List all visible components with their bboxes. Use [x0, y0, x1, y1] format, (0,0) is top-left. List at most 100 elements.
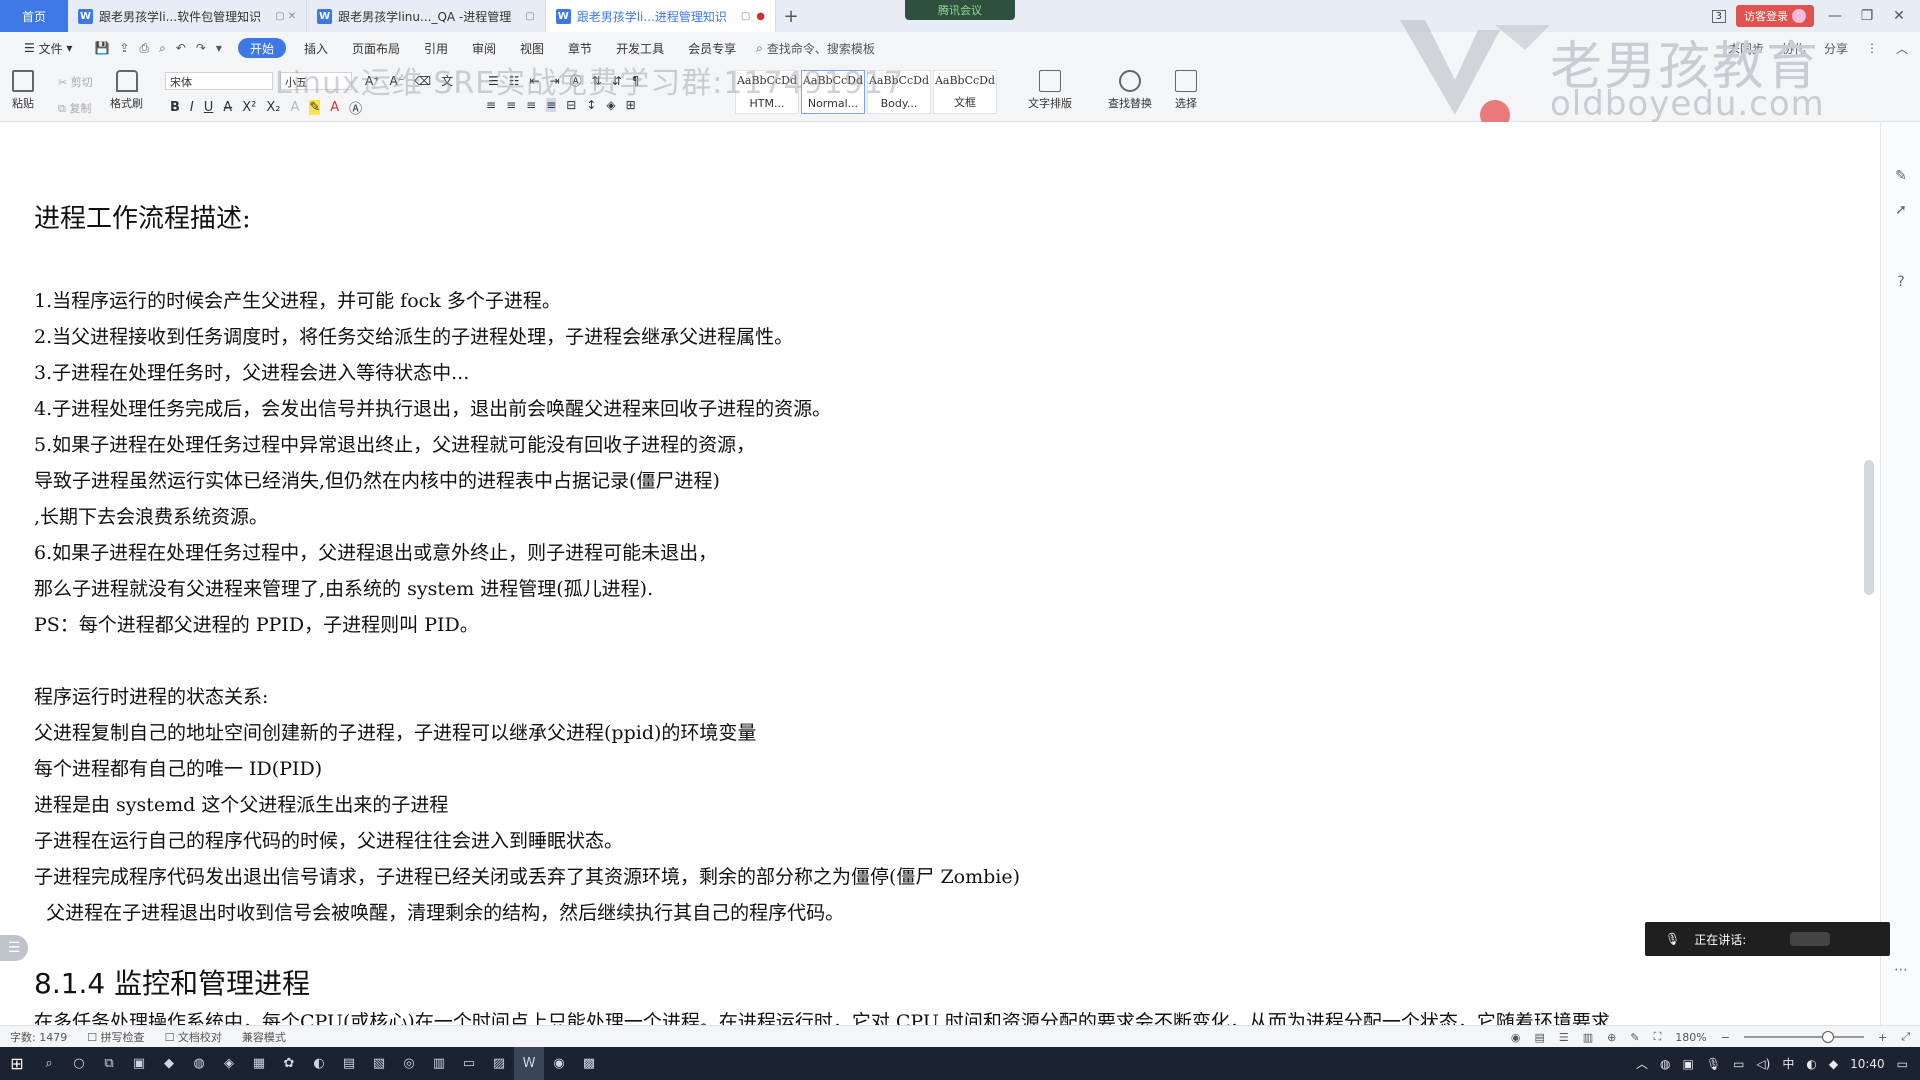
app-icon[interactable]: ▨: [484, 1047, 514, 1080]
close-icon[interactable]: ✕: [1888, 8, 1910, 24]
paste-button[interactable]: 粘贴: [12, 70, 34, 111]
italic-icon[interactable]: I: [190, 100, 194, 115]
page-view-icon[interactable]: ▤: [1534, 1031, 1544, 1044]
tray-app-icon[interactable]: ◆: [1829, 1057, 1838, 1071]
cortana-icon[interactable]: ○: [64, 1047, 94, 1080]
zoom-slider[interactable]: [1743, 1031, 1864, 1043]
volume-icon[interactable]: ◁): [1756, 1057, 1770, 1071]
file-menu[interactable]: ☰ 文件 ▾: [12, 32, 84, 64]
select-button[interactable]: 选择: [1175, 70, 1197, 111]
help-icon[interactable]: ?: [1893, 274, 1909, 290]
highlight-icon[interactable]: ✎: [309, 100, 321, 115]
window-count-badge[interactable]: 3: [1711, 9, 1726, 23]
command-search[interactable]: ⌕ 查找命令、搜索模板: [756, 40, 875, 57]
more-icon[interactable]: ⋮: [1866, 41, 1878, 55]
ime-indicator[interactable]: 中: [1782, 1055, 1794, 1072]
notes-icon[interactable]: ▥: [424, 1047, 454, 1080]
zoom-level[interactable]: 180%: [1675, 1031, 1706, 1044]
font-color-icon[interactable]: A: [330, 100, 339, 115]
tab-close-icon[interactable]: ▢: [525, 11, 534, 22]
print-preview-icon[interactable]: ⌕: [159, 41, 166, 56]
microphone-icon[interactable]: 🎙: [1706, 1057, 1721, 1071]
app-icon[interactable]: ▤: [334, 1047, 364, 1080]
strikethrough-icon[interactable]: A̶: [223, 100, 232, 115]
web-view-icon[interactable]: ⊕: [1607, 1031, 1616, 1044]
share-button[interactable]: 分享: [1824, 40, 1848, 57]
unsaved-dot-icon[interactable]: ●: [756, 11, 765, 22]
menu-tab-start[interactable]: 开始: [237, 38, 286, 58]
underline-icon[interactable]: U: [204, 100, 214, 115]
minimize-icon[interactable]: —: [1824, 8, 1846, 24]
app-icon[interactable]: ▣: [124, 1047, 154, 1080]
zoom-in-icon[interactable]: +: [1878, 1031, 1887, 1044]
doc-tab-2[interactable]: W 跟老男孩学linu..._QA -进程管理 ▢: [307, 0, 546, 32]
edit-pen-icon[interactable]: ✎: [1893, 168, 1909, 184]
qq-icon[interactable]: ◐: [304, 1047, 334, 1080]
app-icon[interactable]: ◉: [544, 1047, 574, 1080]
tab-pin-icon[interactable]: ▢: [741, 11, 750, 22]
spell-check-button[interactable]: ☐ 拼写检查: [87, 1029, 144, 1045]
doc-tab-3-active[interactable]: W 跟老男孩学li...进程管理知识 ▢ ●: [545, 0, 777, 32]
folder-app-icon[interactable]: ▦: [244, 1047, 274, 1080]
app-icon[interactable]: ◈: [214, 1047, 244, 1080]
clock[interactable]: 10:40: [1850, 1057, 1885, 1071]
task-view-icon[interactable]: ⧉: [94, 1047, 124, 1080]
fullscreen-icon[interactable]: ⤢: [1901, 1030, 1910, 1044]
doc-tab-1[interactable]: W 跟老男孩学li...软件包管理知识 ▢ ✕: [68, 0, 308, 32]
document-canvas[interactable]: 进程工作流程描述: 1.当程序运行的时候会产生父进程，并可能 fock 多个子进…: [0, 122, 1860, 1032]
app-icon[interactable]: ▩: [574, 1047, 604, 1080]
font-name-select[interactable]: 宋体: [165, 72, 273, 90]
cut-button[interactable]: ✂ 剪切: [58, 74, 93, 90]
doc-line: 3.子进程在处理任务时，父进程会进入等待状态中...: [34, 362, 470, 384]
tray-app-icon[interactable]: ◐: [1806, 1057, 1816, 1071]
app-icon[interactable]: ◆: [154, 1047, 184, 1080]
undo-icon[interactable]: ↶: [176, 41, 186, 56]
text-effect-icon[interactable]: A: [290, 100, 299, 115]
vertical-scrollbar-thumb[interactable]: [1864, 460, 1874, 595]
write-view-icon[interactable]: ✎: [1630, 1031, 1639, 1044]
pointer-icon[interactable]: ➚: [1893, 202, 1909, 218]
restore-icon[interactable]: ❐: [1856, 8, 1878, 24]
notification-icon[interactable]: ▭: [1897, 1057, 1908, 1071]
toc-toggle-icon[interactable]: ☰: [0, 935, 28, 961]
text-layout-button[interactable]: 文字排版: [1028, 70, 1072, 111]
collapse-ribbon-icon[interactable]: ︿: [1896, 40, 1908, 57]
find-replace-button[interactable]: 查找替换: [1108, 70, 1152, 111]
copy-button[interactable]: ⧉ 复制: [58, 100, 91, 116]
export-icon[interactable]: ⇪: [119, 41, 129, 56]
tab-home[interactable]: 首页: [0, 0, 68, 32]
tray-expand-icon[interactable]: ︿: [1636, 1055, 1648, 1072]
windows-start-icon[interactable]: ⊞: [0, 1047, 34, 1080]
file-explorer-icon[interactable]: ▭: [454, 1047, 484, 1080]
new-tab-button[interactable]: +: [776, 6, 806, 27]
app-icon[interactable]: ◎: [394, 1047, 424, 1080]
word-count[interactable]: 字数: 1479: [10, 1029, 67, 1045]
customize-chevron-icon[interactable]: ▾: [216, 41, 222, 56]
tray-app-icon[interactable]: ▣: [1682, 1057, 1693, 1071]
more-dots-icon[interactable]: ⋯: [1893, 962, 1909, 978]
format-painter-button[interactable]: 格式刷: [110, 70, 143, 111]
app-icon[interactable]: ▧: [364, 1047, 394, 1080]
zoom-out-icon[interactable]: −: [1721, 1031, 1730, 1044]
read-view-icon[interactable]: ▥: [1583, 1031, 1593, 1044]
eye-protect-icon[interactable]: ◉: [1511, 1031, 1521, 1044]
bold-icon[interactable]: B: [170, 100, 180, 115]
save-icon[interactable]: 💾: [94, 41, 109, 56]
network-icon[interactable]: ▭: [1733, 1057, 1744, 1071]
wps-writer-taskbar-icon[interactable]: W: [514, 1047, 544, 1080]
outline-view-icon[interactable]: ☰: [1559, 1031, 1569, 1044]
style-textbox[interactable]: AaBbCcDd 文框: [933, 70, 997, 114]
zoom-slider-knob[interactable]: [1821, 1031, 1834, 1043]
tray-app-icon[interactable]: ◍: [1660, 1057, 1670, 1071]
redo-icon[interactable]: ↷: [196, 41, 206, 56]
chrome-icon[interactable]: ◍: [184, 1047, 214, 1080]
meeting-badge[interactable]: 腾讯会议: [905, 0, 1015, 20]
fit-page-icon[interactable]: ⛶: [1654, 1030, 1662, 1044]
superscript-icon[interactable]: X²: [242, 100, 256, 115]
doc-check-button[interactable]: ☐ 文档校对: [165, 1029, 222, 1045]
wechat-icon[interactable]: ✿: [274, 1047, 304, 1080]
tab-close-icon[interactable]: ▢ ✕: [275, 11, 296, 22]
print-icon[interactable]: ⎙: [139, 41, 149, 56]
search-icon[interactable]: ⌕: [34, 1047, 64, 1080]
subscript-icon[interactable]: X₂: [266, 100, 280, 115]
